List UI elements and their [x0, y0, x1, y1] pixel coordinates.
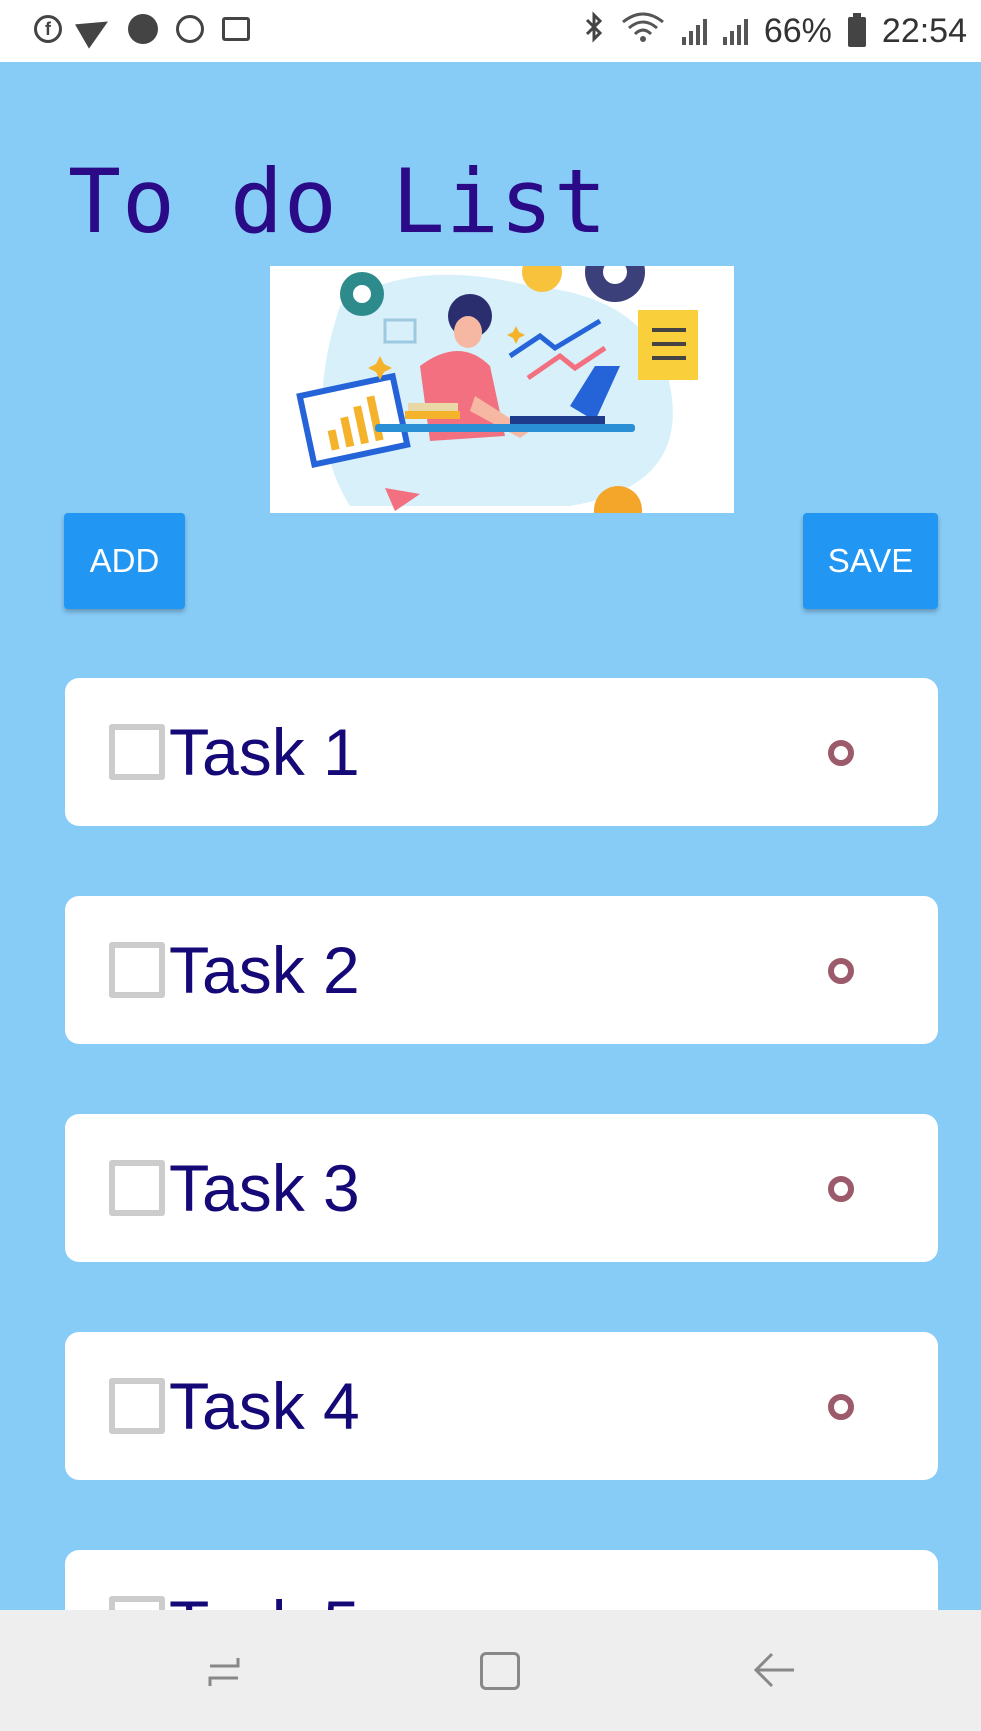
- back-icon[interactable]: [752, 1650, 796, 1698]
- task-checkbox[interactable]: [109, 1378, 165, 1434]
- app-icon: [128, 14, 158, 44]
- task-label: Task 1: [169, 715, 360, 789]
- navigation-bar: [0, 1610, 981, 1731]
- home-icon[interactable]: [480, 1652, 520, 1690]
- task-checkbox[interactable]: [109, 942, 165, 998]
- task-label: Task 4: [169, 1369, 360, 1443]
- bluetooth-icon: [584, 11, 604, 52]
- task-card-3: Task 3: [65, 1114, 938, 1262]
- telegram-icon: [75, 9, 115, 49]
- header-illustration: [270, 266, 734, 513]
- signal-icon: [681, 18, 707, 45]
- task-label: Task 2: [169, 933, 360, 1007]
- battery-icon: [847, 12, 866, 47]
- notification-icons: f: [34, 9, 250, 49]
- task-card-4: Task 4: [65, 1332, 938, 1480]
- delete-task-icon[interactable]: [828, 740, 854, 766]
- task-card-1: Task 1: [65, 678, 938, 826]
- facebook-icon: f: [34, 15, 62, 43]
- task-label: Task 3: [169, 1151, 360, 1225]
- add-button[interactable]: ADD: [64, 513, 185, 609]
- battery-percent: 66%: [763, 12, 832, 50]
- wifi-icon: [620, 10, 666, 53]
- task-checkbox[interactable]: [109, 724, 165, 780]
- signal-icon-2: [722, 18, 748, 45]
- clock: 22:54: [881, 12, 967, 50]
- task-checkbox[interactable]: [109, 1160, 165, 1216]
- delete-task-icon[interactable]: [828, 1394, 854, 1420]
- page-title: To do List: [68, 150, 608, 253]
- gallery-icon: [222, 17, 250, 41]
- save-button[interactable]: SAVE: [803, 513, 938, 609]
- delete-task-icon[interactable]: [828, 958, 854, 984]
- system-icons: 66% 22:54: [584, 10, 967, 53]
- status-bar: f 66% 22:54: [0, 0, 981, 62]
- recent-apps-icon[interactable]: [204, 1654, 244, 1688]
- delete-task-icon[interactable]: [828, 1176, 854, 1202]
- task-card-2: Task 2: [65, 896, 938, 1044]
- sync-icon: [176, 15, 204, 43]
